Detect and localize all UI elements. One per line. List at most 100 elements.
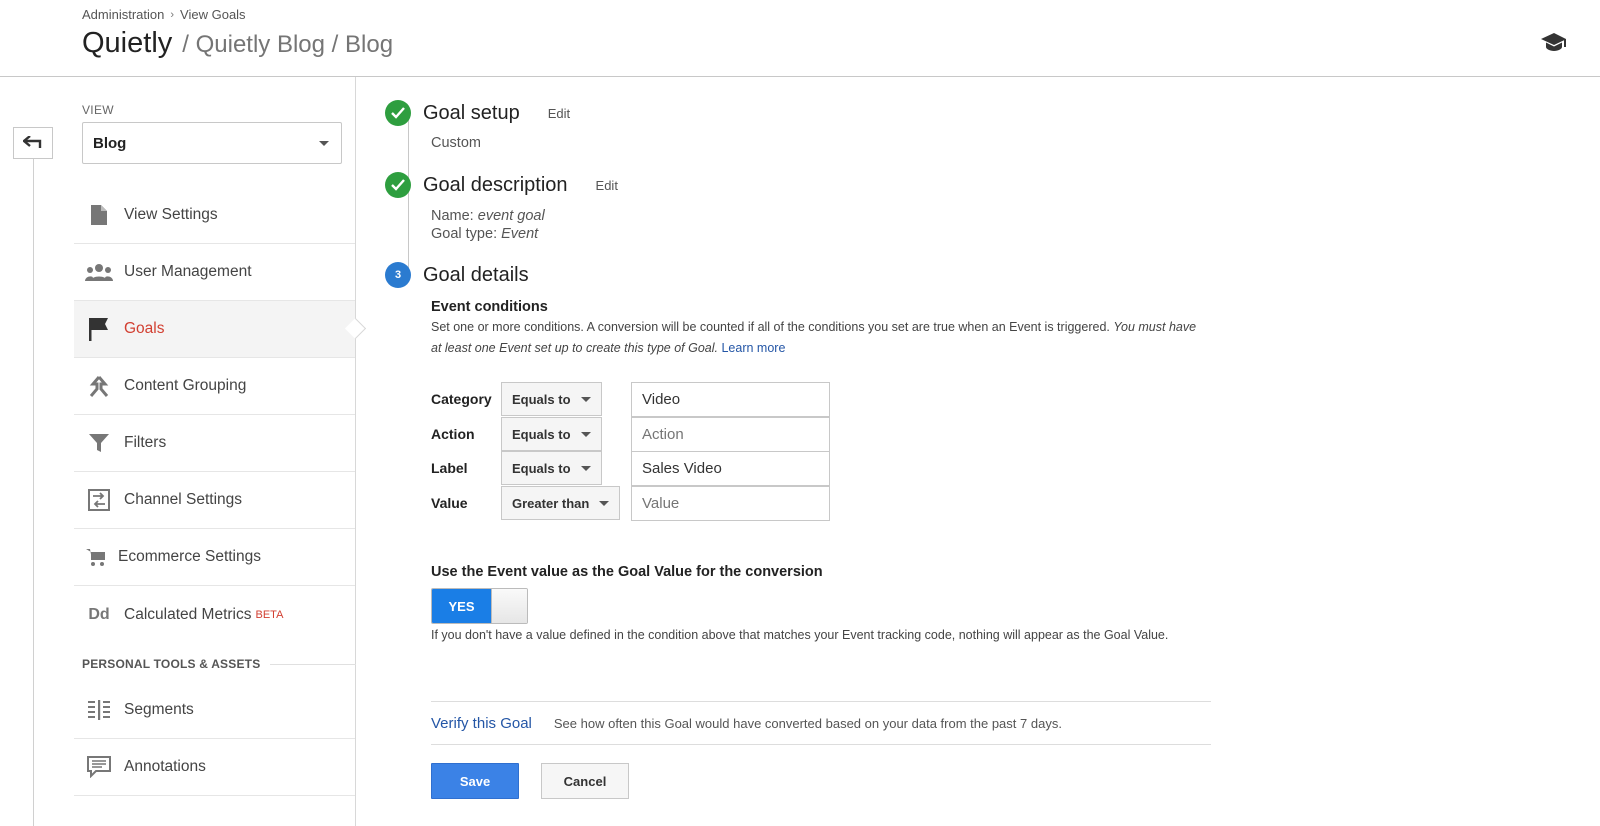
users-icon xyxy=(74,263,124,281)
sidebar-item-label: Segments xyxy=(124,701,194,718)
condition-operator-select[interactable]: Equals to xyxy=(501,382,602,416)
step-goal-setup: Goal setup Edit xyxy=(385,100,570,126)
sidebar-item-label: Calculated Metrics xyxy=(124,605,252,623)
action-input[interactable] xyxy=(631,417,830,452)
cart-icon xyxy=(74,547,118,567)
condition-operator-select[interactable]: Equals to xyxy=(501,451,602,485)
sidebar-item-label: Filters xyxy=(124,434,167,451)
divider xyxy=(270,663,356,665)
operator-value: Greater than xyxy=(512,495,590,511)
back-button[interactable] xyxy=(13,127,53,159)
event-conditions-text: Set one or more conditions. A conversion… xyxy=(431,320,1110,334)
condition-operator-select[interactable]: Greater than xyxy=(501,486,621,520)
breadcrumb-administration[interactable]: Administration xyxy=(82,7,164,22)
step-title: Goal setup xyxy=(423,101,520,124)
grouping-icon xyxy=(74,375,124,397)
verify-section: Verify this Goal See how often this Goal… xyxy=(431,701,1211,745)
learn-more-link[interactable]: Learn more xyxy=(721,341,785,355)
condition-row-label: Label Equals to xyxy=(431,451,602,485)
chevron-down-icon xyxy=(580,431,591,437)
value-input[interactable] xyxy=(631,486,830,521)
goal-type-value: Event xyxy=(501,226,539,242)
sidebar-item-label: Content Grouping xyxy=(124,377,247,394)
cancel-button[interactable]: Cancel xyxy=(541,763,629,799)
sidebar-item-annotations[interactable]: Annotations xyxy=(74,739,355,796)
dd-icon: Dd xyxy=(88,605,110,623)
sidebar-item-goals[interactable]: Goals xyxy=(74,301,355,358)
tools-nav: Segments Annotations xyxy=(74,682,355,796)
verify-goal-link[interactable]: Verify this Goal xyxy=(431,715,532,732)
admin-nav: View Settings User Management Goals Cont… xyxy=(74,187,355,643)
chevron-down-icon xyxy=(580,396,591,402)
annotation-icon xyxy=(74,756,124,778)
beta-badge: BETA xyxy=(255,608,284,621)
condition-label: Value xyxy=(431,495,468,511)
sidebar-item-label: Channel Settings xyxy=(124,491,243,508)
sidebar-item-segments[interactable]: Segments xyxy=(74,682,355,739)
use-event-value-desc: If you don't have a value defined in the… xyxy=(431,628,1169,642)
step-title: Goal details xyxy=(423,263,529,286)
condition-row-category: Category Equals to xyxy=(431,382,602,416)
sidebar-item-ecommerce-settings[interactable]: Ecommerce Settings xyxy=(74,529,355,586)
sidebar-item-view-settings[interactable]: View Settings xyxy=(74,187,355,244)
sidebar-item-label: User Management xyxy=(124,263,252,280)
sidebar-item-channel-settings[interactable]: Channel Settings xyxy=(74,472,355,529)
chevron-down-icon xyxy=(580,465,591,471)
goal-editor: Goal setup Edit Custom Goal description … xyxy=(357,77,1600,826)
check-icon xyxy=(385,172,411,198)
toggle-yes-label: YES xyxy=(432,589,491,623)
chevron-down-icon xyxy=(319,141,329,146)
sidebar-item-content-grouping[interactable]: Content Grouping xyxy=(74,358,355,415)
chevron-down-icon xyxy=(599,500,610,506)
filter-icon xyxy=(74,433,124,453)
goal-type-line: Goal type: Event xyxy=(431,226,538,242)
use-event-value-toggle[interactable]: YES xyxy=(431,588,528,624)
sidebar-item-user-management[interactable]: User Management xyxy=(74,244,355,301)
operator-value: Equals to xyxy=(512,460,571,476)
label-input[interactable] xyxy=(631,451,830,486)
verify-desc: See how often this Goal would have conve… xyxy=(553,715,1062,731)
segments-icon xyxy=(74,700,124,720)
goal-name-value: event goal xyxy=(477,208,545,224)
channel-icon xyxy=(74,489,124,511)
condition-row-value: Value Greater than xyxy=(431,486,621,520)
goal-name-line: Name: event goal xyxy=(431,208,545,224)
step-title: Goal description xyxy=(423,173,568,196)
page-title: Quietly / Quietly Blog / Blog xyxy=(82,27,393,60)
document-icon xyxy=(74,204,124,226)
check-icon xyxy=(385,100,411,126)
sidebar-item-label: Annotations xyxy=(124,758,206,775)
rail-line xyxy=(33,145,34,826)
section-header: PERSONAL TOOLS & ASSETS xyxy=(82,657,356,671)
view-select[interactable]: Blog xyxy=(82,122,342,164)
view-label: VIEW xyxy=(82,103,114,117)
step-goal-description: Goal description Edit xyxy=(385,172,618,198)
edit-goal-setup-link[interactable]: Edit xyxy=(548,106,570,121)
account-name[interactable]: Quietly xyxy=(82,27,172,60)
category-input[interactable] xyxy=(631,382,830,417)
use-event-value-title: Use the Event value as the Goal Value fo… xyxy=(431,564,823,580)
section-title: PERSONAL TOOLS & ASSETS xyxy=(82,657,261,671)
flag-icon xyxy=(74,317,124,341)
condition-operator-select[interactable]: Equals to xyxy=(501,417,602,451)
graduation-cap-icon[interactable] xyxy=(1540,30,1568,54)
breadcrumb-view-goals[interactable]: View Goals xyxy=(180,7,246,22)
condition-row-action: Action Equals to xyxy=(431,417,602,451)
sidebar-item-calculated-metrics[interactable]: Dd Calculated Metrics BETA xyxy=(74,586,355,643)
property-path[interactable]: / Quietly Blog / Blog xyxy=(182,31,393,59)
view-select-value: Blog xyxy=(93,134,127,152)
condition-label: Category xyxy=(431,391,492,407)
sidebar-item-filters[interactable]: Filters xyxy=(74,415,355,472)
event-conditions-title: Event conditions xyxy=(431,299,548,315)
page-header: Administration › View Goals Quietly / Qu… xyxy=(0,0,1600,77)
breadcrumb-separator: › xyxy=(170,8,175,21)
sidebar-item-label: Goals xyxy=(124,320,165,337)
goal-name-label: Name: xyxy=(431,208,474,224)
step-goal-details: 3 Goal details xyxy=(385,262,529,288)
sidebar-item-label: Ecommerce Settings xyxy=(118,548,261,565)
back-arrow-icon xyxy=(23,136,42,148)
condition-label: Action xyxy=(431,426,475,442)
save-button[interactable]: Save xyxy=(431,763,519,799)
operator-value: Equals to xyxy=(512,426,571,442)
edit-goal-description-link[interactable]: Edit xyxy=(596,178,618,193)
